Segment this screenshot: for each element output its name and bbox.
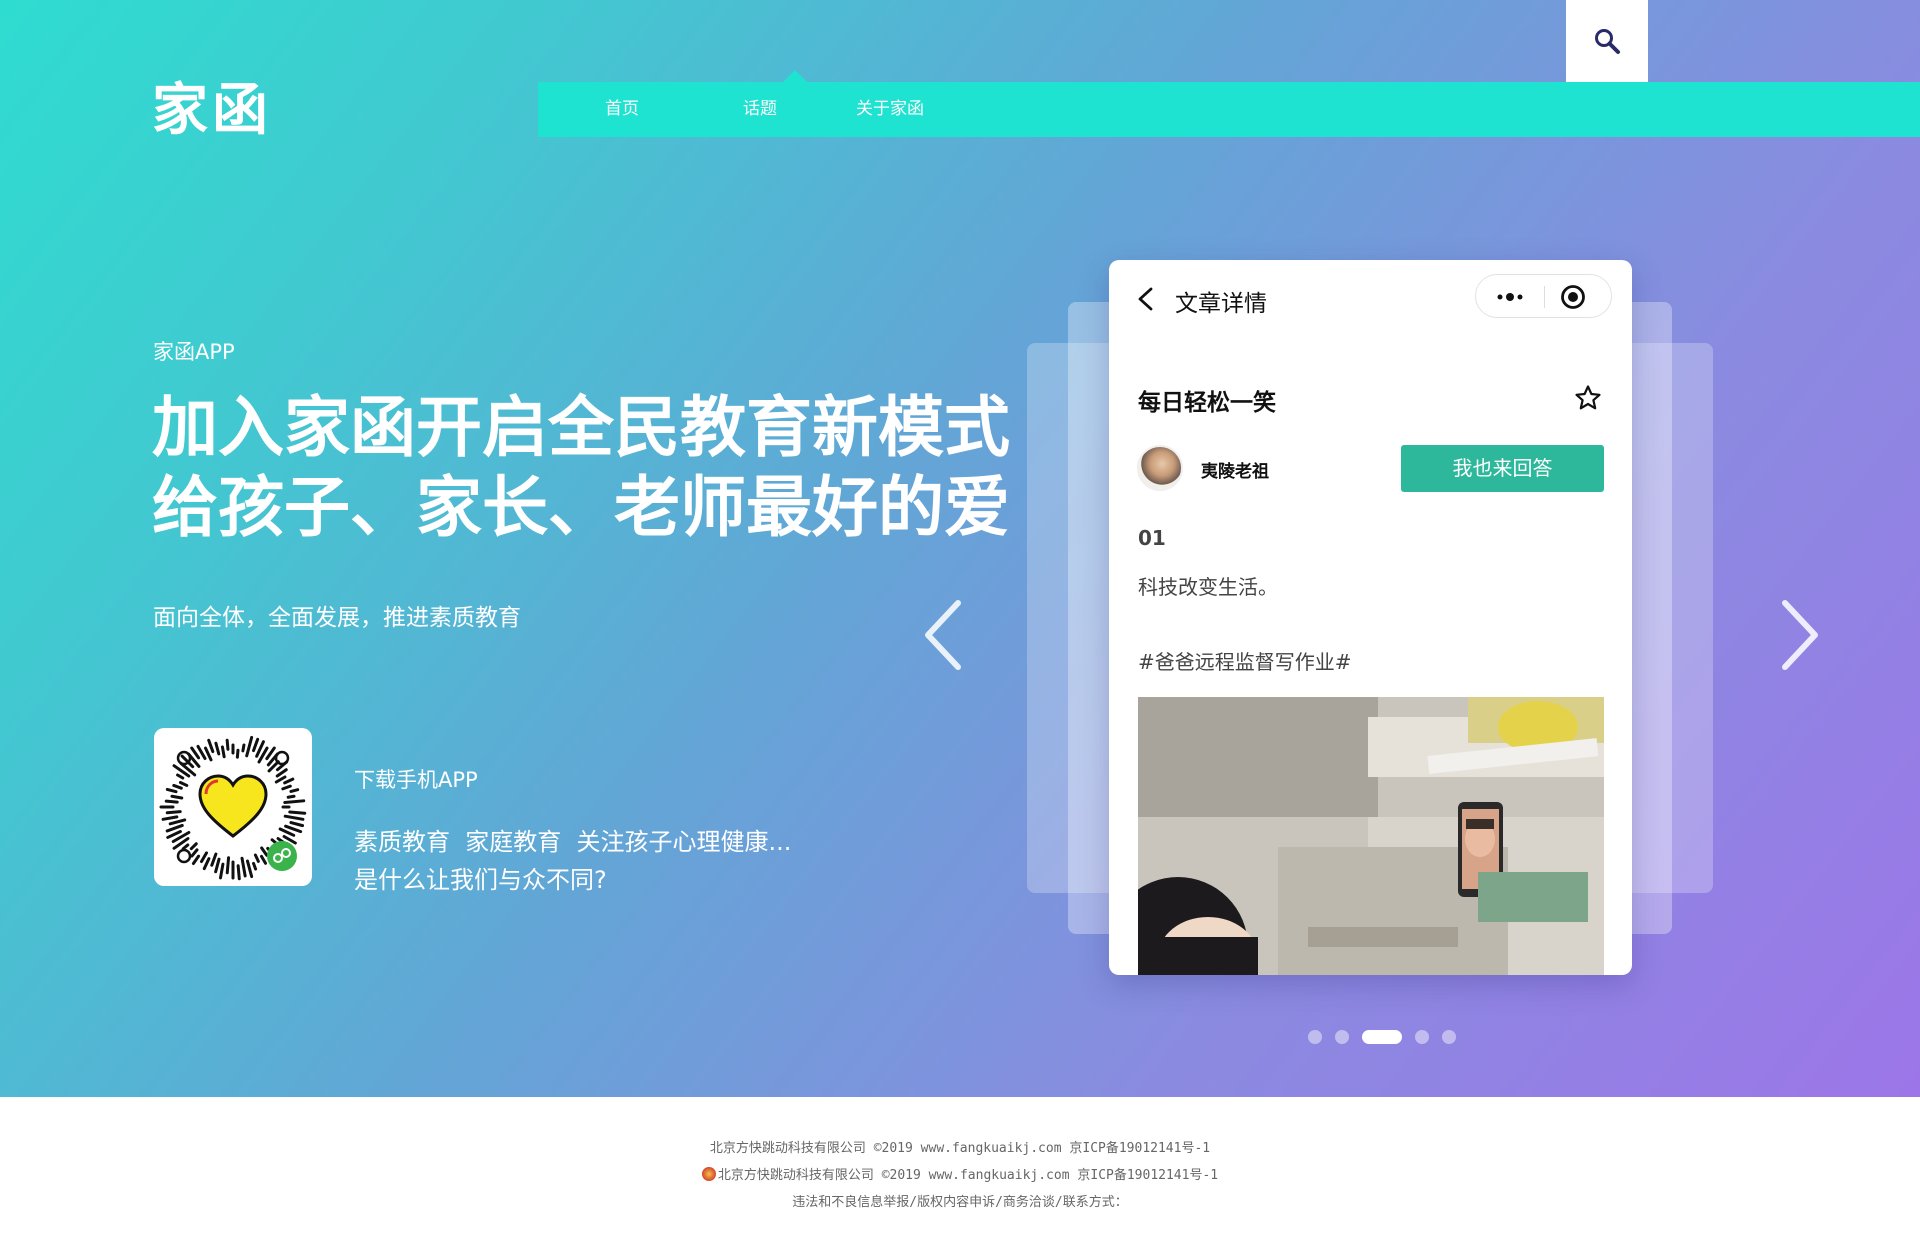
nav-item-about[interactable]: 关于家函 [856,82,924,137]
search-icon [1595,29,1620,54]
post-video-thumbnail[interactable] [1138,697,1604,975]
author-name[interactable]: 夷陵老祖 [1201,457,1269,482]
close-target-icon[interactable] [1558,284,1588,310]
search-button[interactable] [1566,0,1648,82]
carousel-dot[interactable] [1335,1030,1349,1044]
download-question: 是什么让我们与众不同? [354,866,607,894]
headline-line-1: 加入家函开启全民教育新模式 [152,389,1010,466]
qr-code-graphic [159,735,307,881]
topic-hashtag[interactable]: #爸爸远程监督写作业# [1138,646,1352,675]
carousel-dot[interactable] [1415,1030,1429,1044]
carousel-prev-arrow[interactable] [920,595,970,675]
download-title: 下载手机APP [354,768,478,792]
author-avatar[interactable] [1137,445,1183,491]
footer-copyright-police: 北京方快跳动科技有限公司 ©2019 www.fangkuaikj.com 京I… [0,1164,1920,1183]
hero-headline: 加入家函开启全民教育新模式 给孩子、家长、老师最好的爱 [152,388,1010,548]
post-title: 每日轻松一笑 [1138,390,1276,416]
nav-item-home[interactable]: 首页 [605,82,639,137]
hero-subline: 面向全体，全面发展，推进素质教育 [153,605,521,631]
answer-button[interactable]: 我也来回答 [1401,445,1604,492]
answer-index: 01 [1138,526,1166,550]
footer-copyright: 北京方快跳动科技有限公司 ©2019 www.fangkuaikj.com 京I… [709,1141,1211,1156]
video-frame-graphic [1138,697,1604,975]
hero-banner: 首页 话题 关于家函 家函 家函APP 加入家函开启全民教育新模式 给孩子、家长… [0,0,1920,1097]
phone-preview-card: 文章详情 每日轻松一笑 夷陵老祖 我也来回答 01 科技改变生活。 #爸爸远程监… [1109,260,1632,975]
answer-content: 科技改变生活。 [1138,575,1278,599]
capsule-divider [1544,286,1545,308]
download-tagline: 素质教育 家庭教育 关注孩子心理健康... [354,828,792,856]
back-arrow-icon[interactable] [1135,286,1157,312]
app-label: 家函APP [153,340,235,364]
carousel-dot[interactable] [1362,1030,1402,1044]
footer-links[interactable]: 违法和不良信息举报/版权内容申诉/商务洽谈/联系方式： [0,1191,1920,1210]
nav-item-topics[interactable]: 话题 [743,82,777,137]
phone-header-title: 文章详情 [1175,291,1267,317]
carousel-next-arrow[interactable] [1773,595,1823,675]
favorite-star-icon[interactable] [1574,384,1602,412]
miniprogram-capsule [1475,274,1612,318]
police-badge-icon [701,1167,716,1181]
carousel-dot[interactable] [1442,1030,1456,1044]
mini-program-qr-code [154,728,312,886]
more-dots-icon[interactable] [1488,283,1536,311]
footer-copyright-text: 北京方快跳动科技有限公司 ©2019 www.fangkuaikj.com 京I… [717,1168,1219,1183]
carousel-dot[interactable] [1308,1030,1322,1044]
carousel-pagination [1308,1030,1456,1044]
headline-line-2: 给孩子、家长、老师最好的爱 [152,469,1010,546]
brand-logo[interactable]: 家函 [152,76,272,146]
nav-active-indicator [783,70,807,82]
